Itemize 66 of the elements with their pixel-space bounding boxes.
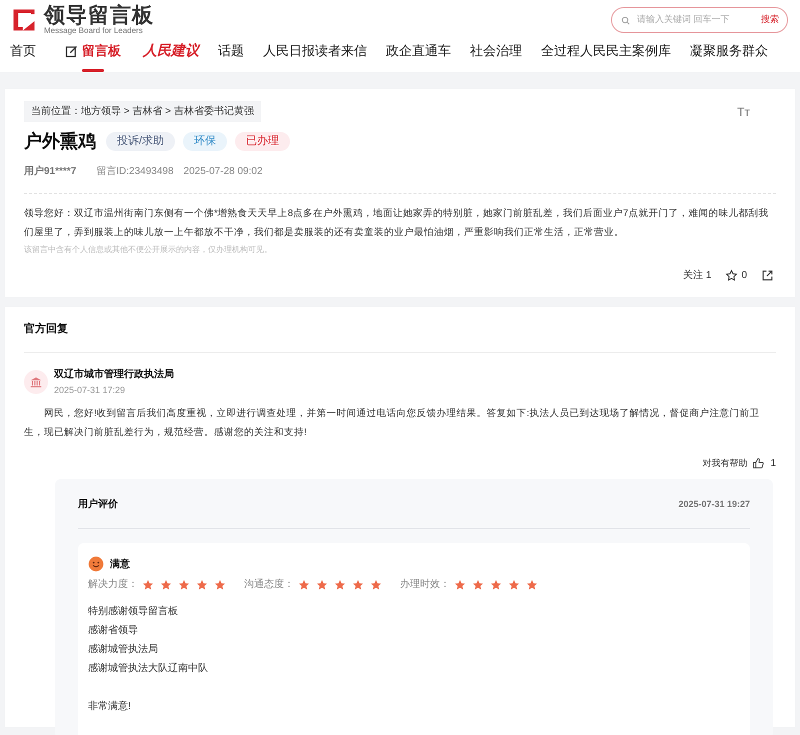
share-button[interactable] bbox=[761, 269, 774, 282]
rating-label: 办理时效： bbox=[400, 578, 450, 592]
nav-tab[interactable]: 人民建议 bbox=[143, 38, 199, 72]
evaluation-time: 2025-07-31 19:27 bbox=[678, 498, 750, 511]
follow-button[interactable]: 关注 1 bbox=[683, 268, 712, 283]
evaluation-text: 感谢城管执法局 bbox=[88, 642, 159, 657]
nav-tab[interactable]: 首页 bbox=[10, 38, 36, 72]
star-icon bbox=[725, 269, 738, 282]
category-tag: 投诉/求助 bbox=[106, 132, 176, 151]
star-icon bbox=[142, 578, 154, 590]
star-icon bbox=[214, 578, 226, 590]
reply-body: 网民，您好!收到留言后我们高度重视，立即进行调查处理，并第一时间通过电话向您反馈办理结果。答复如下:执法人员已到达现场了解情况，督促商户注意门前卫生，现已解决门前脏乱差行为，规范经营。感谢您的关注和支持! bbox=[24, 407, 760, 440]
section-heading: 官方回复 bbox=[24, 321, 776, 352]
thumbs-up-icon bbox=[752, 457, 766, 470]
nav-tab[interactable]: 人民日报读者来信 bbox=[263, 38, 367, 72]
user-name: 用户91****7 bbox=[24, 164, 76, 179]
building-icon bbox=[29, 374, 43, 389]
rating-label: 解决力度： bbox=[88, 578, 138, 592]
logo-subtitle: Message Board for Leaders bbox=[44, 27, 144, 35]
star-icon bbox=[316, 578, 328, 590]
nav-tab[interactable]: 社会治理 bbox=[470, 38, 522, 72]
helpful-button[interactable]: 对我有帮助 1 bbox=[702, 456, 776, 471]
message-time: 2025-07-28 09:02 bbox=[184, 165, 263, 179]
search-field[interactable]: 请输入关键词 回车一下 搜索 bbox=[611, 7, 788, 33]
share-icon bbox=[761, 269, 774, 282]
rating-label: 沟通态度： bbox=[244, 578, 294, 592]
breadcrumb: 当前位置：地方领导 > 吉林省 > 吉林省委书记黄强 bbox=[24, 101, 261, 122]
logo-title: 领导留言板 bbox=[44, 5, 154, 26]
star-icon bbox=[472, 578, 484, 590]
nav-tab[interactable]: 全过程人民民主案例库 bbox=[541, 38, 671, 72]
star-icon bbox=[490, 578, 502, 590]
star-icon bbox=[160, 578, 172, 590]
evaluation-heading: 用户评价 bbox=[78, 497, 118, 512]
verdict-label: 满意 bbox=[110, 558, 130, 572]
star-icon bbox=[196, 578, 208, 590]
nav-tab[interactable]: 话题 bbox=[218, 38, 244, 72]
evaluation-text: 感谢城管执法大队辽南中队 bbox=[88, 662, 209, 676]
star-icon bbox=[454, 578, 466, 590]
evaluation-text: 感谢省领导 bbox=[88, 624, 139, 638]
edit-icon bbox=[64, 44, 79, 58]
search-button[interactable]: 搜索 bbox=[761, 13, 779, 27]
smiley-icon bbox=[88, 556, 104, 572]
message-title: 户外熏鸡 bbox=[24, 130, 96, 153]
star-icon bbox=[508, 578, 520, 590]
star-icon bbox=[298, 578, 310, 590]
star-icon bbox=[370, 578, 382, 590]
evaluation-closing: 非常满意! bbox=[88, 700, 132, 714]
message-body: 领导您好：双辽市温州街南门东侧有一个佛*增熟食天天早上8点多在户外熏鸡，地面让她家弄的特别脏，她家门前脏乱差，我们后面业户7点就开门了，难闻的味儿都刮我们屋里了，弄到服装上的味儿放一上午都放不干净，我们都是卖服装的还有卖童装的业户最怕油烟，严重影响我们正常生活，正常营业。 bbox=[24, 207, 770, 240]
nav-tab[interactable]: 政企直通车 bbox=[386, 38, 451, 72]
privacy-notice: 该留言中含有个人信息或其他不便公开展示的内容，仅办理机构可见。 bbox=[24, 244, 273, 256]
nav-tab[interactable]: 凝聚服务群众 bbox=[690, 38, 768, 72]
nav-tab[interactable]: 留言板 bbox=[64, 38, 121, 72]
star-icon bbox=[178, 578, 190, 590]
active-underline bbox=[82, 69, 104, 72]
star-icon bbox=[352, 578, 364, 590]
message-id: 留言ID:23493498 bbox=[96, 164, 174, 179]
evaluation-text: 特别感谢领导留言板 bbox=[88, 604, 179, 619]
search-icon bbox=[620, 14, 631, 26]
favorite-button[interactable]: 0 bbox=[725, 268, 747, 283]
font-size-toggle[interactable]: Tт bbox=[737, 103, 750, 121]
agency-name: 双辽市城市管理行政执法局 bbox=[54, 367, 174, 382]
star-icon bbox=[334, 578, 346, 590]
star-icon bbox=[526, 578, 538, 590]
category-tag: 环保 bbox=[183, 132, 228, 151]
reply-time: 2025-07-31 17:29 bbox=[54, 384, 126, 396]
category-tag: 已办理 bbox=[235, 132, 290, 151]
